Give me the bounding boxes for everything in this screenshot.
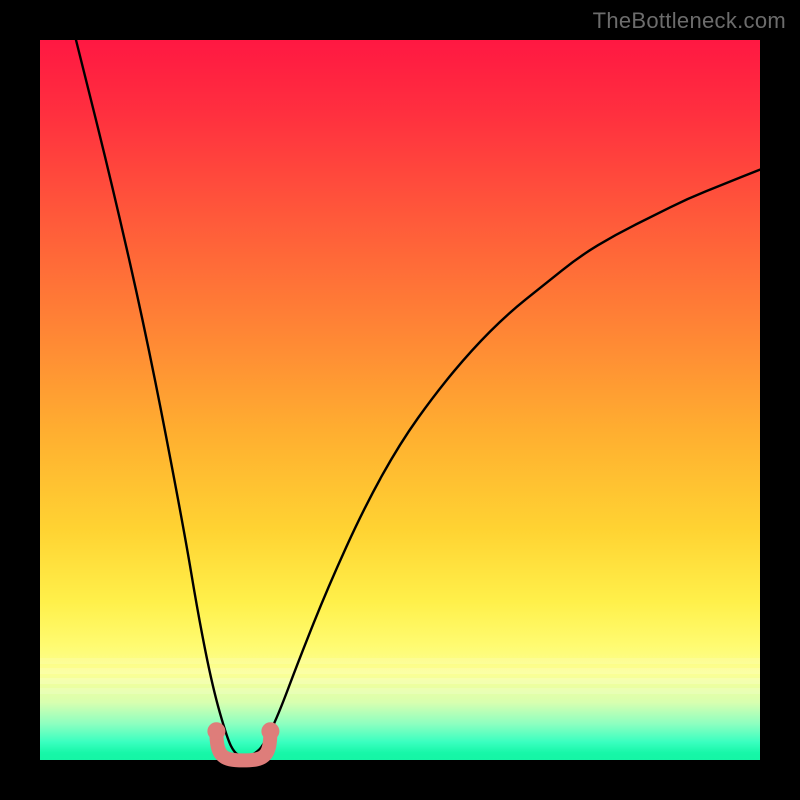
highlight-band-path bbox=[216, 731, 270, 760]
chart-svg bbox=[40, 40, 760, 760]
highlight-dot-right bbox=[261, 722, 279, 740]
chart-frame: TheBottleneck.com bbox=[0, 0, 800, 800]
bottleneck-curve-path bbox=[76, 40, 760, 756]
highlight-dot-left bbox=[207, 722, 225, 740]
watermark-text: TheBottleneck.com bbox=[593, 8, 786, 34]
